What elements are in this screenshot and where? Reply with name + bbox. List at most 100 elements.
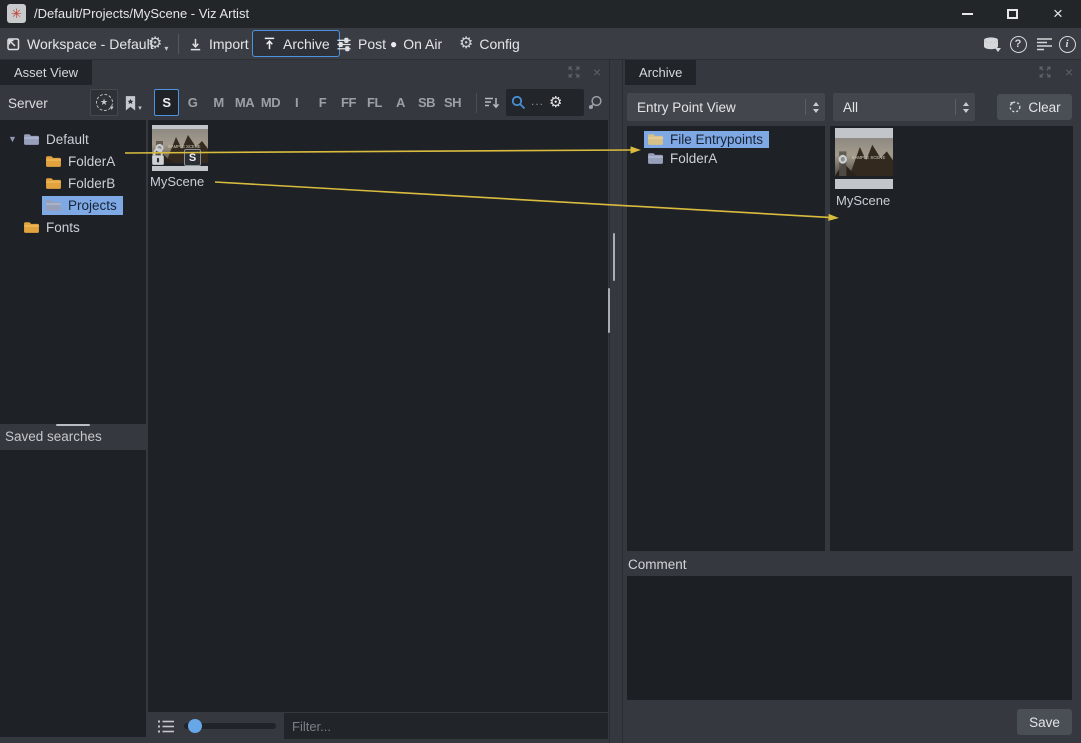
search-ellipsis: ... [531,94,544,108]
archive-thumbnail-myscene[interactable]: SAMPLE SCENE [835,128,893,186]
thumbnail-size-slider-knob[interactable] [188,719,202,733]
advanced-search-button[interactable] [587,95,604,115]
splitter-grip[interactable] [613,233,615,281]
saved-searches-label: Saved searches [5,429,102,444]
server-tree: ▼ Default FolderA [0,120,146,424]
filter-button-ff[interactable]: FF [336,89,361,116]
sliders-icon [336,37,352,52]
filter-button-material[interactable]: M [206,89,231,116]
filter-button-sh[interactable]: SH [440,89,465,116]
config-button[interactable]: ⚙ Config [459,28,520,60]
workspace-settings-button[interactable]: ⚙ ▾ [148,28,168,60]
asset-view-expand-icon[interactable] [565,63,583,81]
post-label: Post [358,36,386,52]
svg-text:SAMPLE SCENE: SAMPLE SCENE [852,155,886,160]
app-logo-icon: ✳ [7,4,26,23]
info-button[interactable]: i [1055,28,1079,60]
comment-textarea[interactable] [627,576,1072,700]
import-button[interactable]: Import [188,28,249,60]
tree-item-folder-b[interactable]: FolderB [0,172,146,194]
view-mode-value: Entry Point View [637,100,736,115]
workspace-label: Workspace - Default [27,36,154,52]
archive-close-icon[interactable]: × [1060,63,1078,81]
folder-icon [647,151,664,165]
archive-content-panel[interactable] [830,126,1073,551]
view-mode-dropdown[interactable]: Entry Point View [627,93,825,121]
import-label: Import [209,36,249,52]
info-icon: i [1059,36,1076,53]
tab-archive[interactable]: Archive [625,60,696,85]
filter-button-f[interactable]: F [310,89,335,116]
filter-button-ma[interactable]: MA [232,89,257,116]
workspace-icon [5,36,21,52]
workspace-button[interactable]: Workspace - Default [5,28,154,60]
search-settings-icon[interactable]: ⚙ [549,95,562,110]
smart-search-button[interactable]: ★ ▾ [90,89,118,116]
main-toolbar: Workspace - Default ⚙ ▾ Import Archive [0,28,1081,60]
tree-item-file-entrypoints-selected[interactable]: File Entrypoints [627,129,825,149]
tree-item-label: Projects [68,198,117,213]
minimize-button[interactable] [950,0,984,28]
filter-button-image[interactable]: I [284,89,309,116]
tree-item-archive-folder-a[interactable]: FolderA [627,148,825,168]
tree-item-fonts[interactable]: Fonts [0,216,146,238]
type-filter-dropdown[interactable]: All [833,93,975,121]
filter-button-geometry[interactable]: G [180,89,205,116]
filter-button-sb[interactable]: SB [414,89,439,116]
filter-button-scene[interactable]: S [154,89,179,116]
save-button[interactable]: Save [1017,709,1072,735]
filter-input[interactable] [284,713,608,739]
database-icon [982,36,1002,53]
sort-button[interactable] [483,95,501,114]
maximize-button[interactable] [995,0,1029,28]
help-button[interactable]: ? [1006,28,1030,60]
archive-asset-name-label: MyScene [836,193,890,208]
scene-preview-image: SAMPLE SCENE [835,138,893,176]
comment-label: Comment [628,557,687,572]
archive-button-active[interactable]: Archive [252,30,340,57]
asset-name-label: MyScene [150,174,204,189]
search-input[interactable]: ... ⚙ [506,89,584,116]
tab-asset-view[interactable]: Asset View [0,60,92,85]
panel-divider [622,60,623,743]
log-button[interactable] [1032,28,1056,60]
bookmarks-button[interactable]: ▾ [121,90,145,116]
save-label: Save [1029,715,1060,730]
viz-artist-window: ✳ /Default/Projects/MyScene - Viz Artist… [0,0,1081,743]
server-label: Server [8,96,48,111]
filter-button-audio[interactable]: A [388,89,413,116]
clear-button[interactable]: Clear [997,94,1072,120]
list-view-button[interactable] [157,719,175,737]
filter-button-fl[interactable]: FL [362,89,387,116]
database-status-button[interactable] [980,28,1004,60]
close-button[interactable]: × [1041,0,1075,28]
type-filter-value: All [843,100,858,115]
tree-item-label: FolderA [68,154,115,169]
tree-item-folder-a[interactable]: FolderA [0,150,146,172]
on-air-button[interactable]: ● On Air [390,28,442,60]
spinner-arrows-icon [813,102,819,113]
archive-icon [262,36,277,51]
archive-label: Archive [283,36,330,52]
star-circle-icon: ★ ▾ [96,94,113,111]
folder-icon [45,198,62,212]
list-icon [157,719,175,734]
panel-divider [609,60,610,743]
post-button[interactable]: Post [336,28,386,60]
asset-view-close-icon[interactable]: × [588,63,606,81]
expander-icon[interactable]: ▼ [8,134,20,144]
folder-icon [45,176,62,190]
filter-button-md[interactable]: MD [258,89,283,116]
asset-list-panel[interactable] [148,120,608,712]
sidebar-splitter-handle[interactable] [56,424,90,426]
help-icon: ? [1010,36,1027,53]
gear-icon: ⚙ [459,36,473,52]
archive-expand-icon[interactable] [1036,63,1054,81]
scene-type-badge: S [184,149,201,166]
clear-label: Clear [1028,100,1060,115]
filter-separator [476,93,477,113]
tree-item-projects-selected[interactable]: Projects [0,194,146,216]
tree-item-default[interactable]: ▼ Default [0,128,146,150]
splitter-grip[interactable] [608,288,610,333]
saved-searches-panel[interactable] [0,450,146,737]
